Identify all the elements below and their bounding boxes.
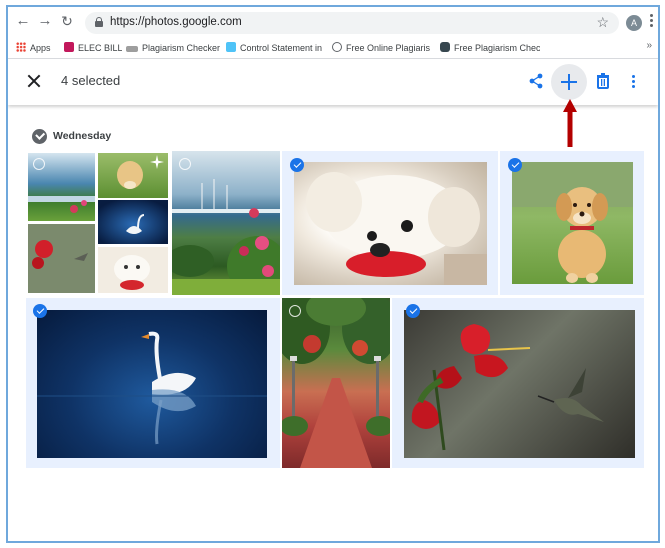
bookmark-apps[interactable]: Apps (16, 41, 62, 55)
bookmark-free-online-plagiarism[interactable]: Free Online Plagiaris (332, 41, 432, 55)
chrome-menu-icon[interactable] (650, 14, 654, 28)
selection-count: 4 selected (61, 73, 121, 88)
select-check-icon[interactable] (179, 158, 191, 170)
apps-grid-icon (16, 42, 26, 52)
site-favicon-icon (64, 42, 74, 52)
close-icon[interactable] (26, 73, 42, 89)
site-favicon-icon (126, 46, 138, 52)
address-bar-row: ← → ↻ https://photos.google.com ☆ A (8, 7, 658, 37)
photo-golden-puppy[interactable] (500, 151, 644, 295)
bookmark-free-plagiarism-checker[interactable]: Free Plagiarism Chec (440, 41, 540, 55)
photo-swan[interactable] (26, 298, 280, 468)
trash-icon[interactable] (596, 73, 610, 89)
share-icon[interactable] (528, 73, 544, 89)
site-favicon-icon (332, 42, 342, 52)
golden-puppy-image (512, 162, 633, 284)
white-dog-image (294, 162, 487, 285)
lake-image (172, 151, 280, 295)
avatar[interactable]: A (626, 15, 642, 31)
site-favicon-icon (440, 42, 450, 52)
bookmark-elec-bill[interactable]: ELEC BILL (64, 41, 122, 55)
more-vert-icon[interactable] (632, 75, 636, 89)
url-text: https://photos.google.com (110, 16, 242, 28)
bookmark-label: Free Plagiarism Chec (454, 43, 540, 53)
swan-image (37, 310, 267, 458)
bookmark-plagiarism-checker[interactable]: Plagiarism Checker (126, 41, 222, 55)
photo-tree-path[interactable] (282, 298, 390, 468)
collage-image (26, 151, 170, 295)
bookmarks-overflow-icon[interactable]: » (646, 40, 652, 51)
selected-check-icon[interactable] (508, 158, 522, 172)
selected-check-icon[interactable] (406, 304, 420, 318)
selected-check-icon[interactable] (290, 158, 304, 172)
selection-toolbar: 4 selected (8, 59, 658, 105)
lock-icon (95, 17, 103, 27)
photo-white-dog[interactable] (282, 151, 498, 295)
photo-collage[interactable] (26, 151, 170, 295)
day-label: Wednesday (53, 130, 112, 142)
forward-icon[interactable]: → (36, 12, 54, 30)
tree-path-image (282, 298, 390, 468)
screenshot-frame: ← → ↻ https://photos.google.com ☆ A Apps… (6, 5, 660, 543)
select-check-icon[interactable] (289, 305, 301, 317)
photo-hummingbird-flower[interactable] (392, 298, 644, 468)
bookmark-label: ELEC BILL (78, 43, 122, 53)
sparkle-icon (150, 155, 164, 169)
bookmark-label: Control Statement in (240, 43, 322, 53)
star-icon[interactable]: ☆ (596, 14, 609, 31)
bookmark-label: Free Online Plagiaris (346, 43, 431, 53)
add-icon[interactable] (551, 64, 587, 100)
select-check-icon[interactable] (33, 158, 45, 170)
annotation-arrow-icon (563, 99, 577, 147)
selected-check-icon[interactable] (33, 304, 47, 318)
omnibox[interactable]: https://photos.google.com ☆ (85, 12, 619, 34)
bookmark-control-statement[interactable]: Control Statement in (226, 41, 322, 55)
site-favicon-icon (226, 42, 236, 52)
hummingbird-flower-image (404, 310, 635, 458)
reload-icon[interactable]: ↻ (58, 12, 76, 30)
bookmark-label: Plagiarism Checker (142, 43, 221, 53)
day-select-check-icon[interactable] (32, 129, 47, 144)
bookmark-label: Apps (30, 43, 51, 53)
back-icon[interactable]: ← (14, 12, 32, 30)
photo-lake-flowers[interactable] (172, 151, 280, 295)
bookmarks-bar: Apps ELEC BILL Plagiarism Checker Contro… (8, 37, 658, 59)
